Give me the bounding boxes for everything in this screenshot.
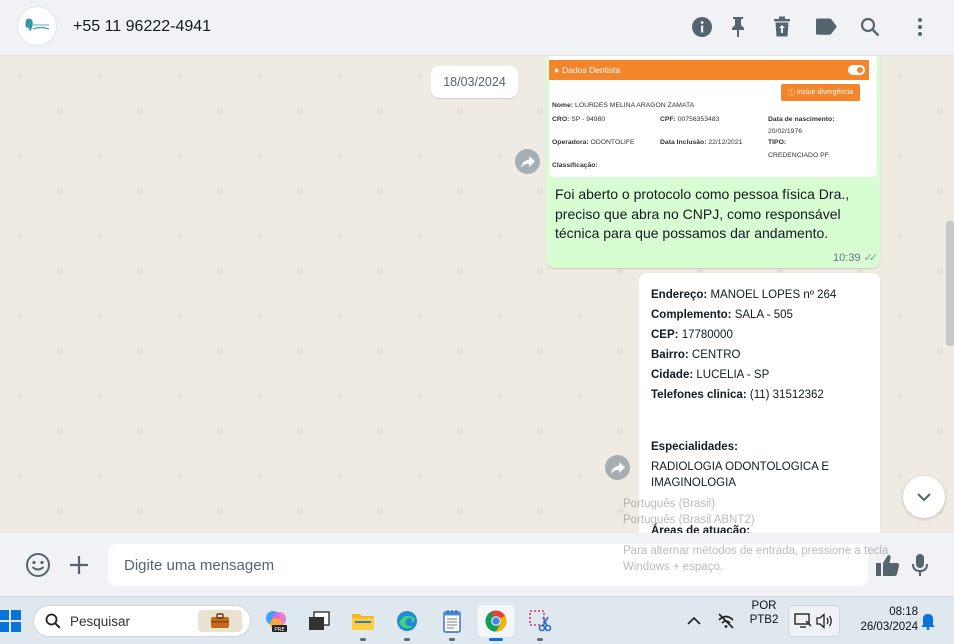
read-ticks-icon: ✓✓: [863, 252, 879, 264]
doc-tipo: CREDENCIADO PF: [768, 152, 829, 159]
chevron-down-icon: [917, 493, 931, 502]
incoming-message[interactable]: Endereço: MANOEL LOPES nº 264 Complement…: [639, 273, 880, 533]
notification-bell-icon[interactable]: [914, 605, 942, 637]
toggle-icon: [848, 65, 865, 75]
briefcase-icon: [198, 610, 242, 632]
contact-avatar[interactable]: [17, 6, 57, 46]
doc-operadora: Operadora: ODONTOLIFE: [552, 139, 635, 146]
taskbar-search[interactable]: Pesquisar: [33, 605, 251, 637]
monitor-icon: [794, 613, 812, 628]
info-especialidades-1: RADIOLOGIA ODONTOLOGICA E: [651, 461, 830, 473]
doc-divergence-button: ⓘ Incluir divergência: [781, 84, 860, 101]
running-indicator: [360, 638, 366, 641]
running-indicator: [404, 638, 410, 641]
outgoing-message[interactable]: ● Dados Dentista ⓘ Incluir divergência N…: [546, 56, 880, 268]
doc-classificacao: Classificação:: [552, 162, 598, 169]
doc-nasc-label: Data de nascimento:: [768, 116, 835, 123]
date-chip: 18/03/2024: [431, 66, 518, 98]
svg-text:PRE: PRE: [274, 627, 285, 633]
info-endereco: Endereço: MANOEL LOPES nº 264: [651, 289, 837, 301]
label-icon[interactable]: [814, 15, 838, 39]
doc-nome: Nome: LOURDES MELINA ARAGON ZAMATA: [552, 102, 695, 109]
running-indicator: [537, 638, 543, 641]
taskbar-search-label: Pesquisar: [70, 613, 131, 629]
windows-taskbar: Pesquisar PRE POR PTB2 08:18 26/03/2024: [0, 596, 954, 644]
scroll-down-button[interactable]: [903, 476, 945, 518]
doc-nasc: 20/02/1976: [768, 128, 803, 135]
network-offline-icon[interactable]: [710, 605, 742, 637]
info-areas-label: Áreas de atuação:: [651, 525, 751, 533]
copilot-icon[interactable]: PRE: [260, 605, 292, 637]
info-icon[interactable]: [690, 15, 714, 39]
message-image[interactable]: ● Dados Dentista ⓘ Incluir divergência N…: [549, 56, 877, 177]
message-composer: Para alternar métodos de entrada, pressi…: [0, 533, 954, 596]
tray-quick-settings[interactable]: [788, 605, 840, 637]
ime-option-2: Português (Brasil ABNT2): [623, 514, 755, 526]
message-text: Foi aberto o protocolo como pessoa físic…: [555, 186, 850, 241]
info-bairro: Bairro: CENTRO: [651, 349, 741, 361]
notepad-icon[interactable]: [436, 605, 468, 641]
task-view-icon[interactable]: [303, 605, 335, 637]
doc-tipo-label: TIPO:: [768, 139, 787, 146]
chat-header: +55 11 96222-4941: [0, 0, 954, 56]
chat-panel[interactable]: 18/03/2024 ● Dados Dentista ⓘ Incluir di…: [0, 56, 954, 533]
forward-icon-2[interactable]: [605, 455, 630, 480]
forward-icon[interactable]: [515, 149, 540, 174]
info-small-icon: ⓘ: [787, 89, 795, 97]
input-language[interactable]: POR PTB2: [744, 600, 784, 626]
doc-bar-title: Dados Dentista: [562, 65, 621, 75]
search-icon[interactable]: [858, 15, 882, 39]
microphone-icon[interactable]: [907, 552, 933, 578]
ime-hint-1: Para alternar métodos de entrada, pressi…: [623, 545, 889, 557]
doc-cpf: CPF: 00756353483: [660, 116, 720, 123]
emoji-icon[interactable]: [25, 552, 51, 578]
message-meta: 10:39 ✓✓: [833, 251, 879, 265]
message-time: 10:39: [833, 251, 861, 264]
running-indicator: [449, 638, 455, 641]
info-telefones: Telefones clinica: (11) 31512362: [651, 389, 824, 401]
file-explorer-icon[interactable]: [347, 605, 379, 641]
info-cep: CEP: 17780000: [651, 329, 733, 341]
thumbs-up-icon[interactable]: [875, 552, 901, 578]
ime-option-1: Português (Brasil): [623, 498, 716, 510]
info-cidade: Cidade: LUCELIA - SP: [651, 369, 770, 381]
info-complemento: Complemento: SALA - 505: [651, 309, 793, 321]
ime-hint-2: Windows + espaço.: [623, 561, 724, 573]
chat-scrollbar[interactable]: [946, 221, 954, 346]
contact-name[interactable]: +55 11 96222-4941: [73, 18, 211, 36]
active-indicator: [489, 638, 503, 641]
clinic-logo-icon: [25, 18, 50, 31]
doc-cro: CRO: SP - 94980: [552, 116, 606, 123]
user-icon: ●: [554, 65, 560, 75]
attach-plus-icon[interactable]: [66, 552, 92, 578]
tray-chevron-up-icon[interactable]: [678, 605, 710, 637]
doc-inclusao: Data Inclusão: 22/12/2021: [660, 139, 743, 146]
snipping-tool-icon[interactable]: [524, 605, 556, 641]
chrome-icon[interactable]: [478, 605, 514, 641]
doc-header-bar: ● Dados Dentista: [549, 60, 869, 80]
delete-icon[interactable]: [770, 15, 794, 39]
info-especialidades-2: IMAGINOLOGIA: [651, 477, 736, 489]
pin-icon[interactable]: [726, 15, 750, 39]
edge-icon[interactable]: [391, 605, 423, 641]
menu-icon[interactable]: [908, 15, 932, 39]
windows-start-icon[interactable]: [0, 605, 26, 637]
search-icon-taskbar: [45, 613, 61, 629]
volume-icon: [816, 613, 832, 629]
taskbar-clock[interactable]: 08:18 26/03/2024: [846, 606, 918, 633]
info-especialidades-label: Especialidades:: [651, 441, 738, 453]
